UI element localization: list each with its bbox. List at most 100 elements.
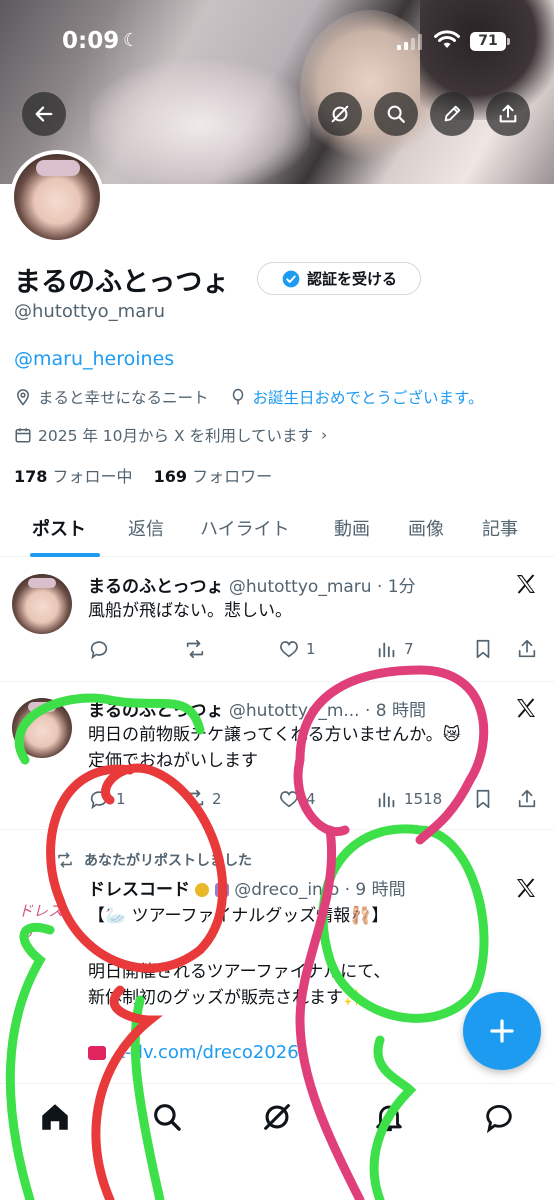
- joined-row[interactable]: 2025 年 10月から X を利用しています ›: [14, 424, 327, 446]
- share-icon: [499, 104, 517, 123]
- location-icon: [16, 389, 30, 406]
- share-icon: [518, 789, 536, 808]
- bookmark-button[interactable]: [472, 638, 500, 660]
- post-text-line: 【🦢 ツアーファイナルグッズ情報🩰】: [88, 906, 389, 926]
- heart-icon: [280, 791, 298, 808]
- search-icon: [387, 105, 405, 123]
- x-logo-icon[interactable]: [514, 696, 538, 720]
- post-text-line: 明日の前物販チケ譲ってくれる方いませんか。😿: [88, 725, 461, 745]
- post-header: まるのふとっつょ @hutottyo_maru · 1分: [88, 572, 416, 597]
- post-share-button[interactable]: [516, 638, 544, 660]
- nav-messages[interactable]: [482, 1100, 516, 1134]
- message-icon: [486, 1104, 512, 1134]
- home-icon: [42, 1104, 68, 1130]
- post-meta: @hutottyo_m... · 8 時間: [228, 701, 427, 721]
- post-share-button[interactable]: [516, 788, 544, 810]
- reply-button[interactable]: 1: [88, 788, 126, 810]
- post-text-line: 明日開催されるツアーファイナルにて、: [88, 962, 391, 982]
- views-count: 1518: [404, 790, 443, 808]
- joined-date: 2025 年 10月から X を利用しています: [38, 427, 314, 445]
- profile-meta-row: まると幸せになるニート お誕生日おめでとうございます。: [14, 386, 483, 408]
- get-verified-label: 認証を受ける: [306, 270, 397, 288]
- compose-button[interactable]: [463, 992, 541, 1070]
- following-link[interactable]: 178 フォロー中: [14, 467, 133, 486]
- edit-button[interactable]: [430, 92, 474, 136]
- nav-search[interactable]: [150, 1100, 184, 1134]
- post-item[interactable]: まるのふとっつょ @hutottyo_maru · 1分 風船が飛ばない。悲しい…: [0, 558, 554, 682]
- pencil-icon: [444, 105, 461, 122]
- bottom-nav: [0, 1083, 554, 1200]
- wifi-icon: [434, 30, 460, 48]
- followers-count: 169: [153, 467, 188, 486]
- post-link[interactable]: t-dv.com/dreco2026: [88, 1042, 299, 1063]
- post-avatar[interactable]: [12, 574, 72, 634]
- bookmark-icon: [476, 789, 490, 809]
- grok-icon: [331, 105, 349, 123]
- like-count: 4: [306, 790, 316, 808]
- post-item[interactable]: まるのふとっつょ @hutottyo_m... · 8 時間 明日の前物販チケ譲…: [0, 682, 554, 830]
- profile-location: まると幸せになるニート: [38, 389, 209, 407]
- profile-handle: @hutottyo_maru: [14, 301, 166, 322]
- x-logo-icon[interactable]: [514, 876, 538, 900]
- post-author[interactable]: まるのふとっつょ: [88, 701, 224, 721]
- share-button[interactable]: [486, 92, 530, 136]
- follow-stats: 178 フォロー中 169 フォロワー: [14, 463, 272, 487]
- tab-posts[interactable]: ポスト: [32, 515, 86, 541]
- tab-indicator: [30, 553, 100, 557]
- reply-icon: [90, 791, 108, 810]
- reply-icon: [90, 641, 108, 660]
- post-author[interactable]: ドレスコード: [88, 880, 190, 900]
- nav-grok[interactable]: [260, 1100, 294, 1134]
- views-button[interactable]: 1518: [376, 788, 442, 810]
- post-avatar[interactable]: [12, 698, 72, 758]
- dresscode-avatar[interactable]: ドレスお: [18, 900, 74, 941]
- balloon-icon: [232, 388, 243, 405]
- reply-count: 1: [116, 790, 126, 808]
- following-label: フォロー中: [52, 467, 133, 486]
- repost-button[interactable]: 2: [184, 788, 222, 810]
- tab-highlights[interactable]: ハイライト: [200, 515, 290, 541]
- status-time: 0:09: [62, 28, 120, 54]
- post-actions: 1 7: [88, 638, 538, 664]
- tab-videos[interactable]: 動画: [334, 515, 370, 541]
- tab-articles[interactable]: 記事: [482, 515, 518, 541]
- signal-icon: [397, 34, 422, 50]
- search-button[interactable]: [374, 92, 418, 136]
- affiliate-badge-icon: [214, 883, 229, 897]
- tab-images[interactable]: 画像: [408, 515, 444, 541]
- moon-icon: ☾: [123, 30, 140, 51]
- post-meta: @hutottyo_maru · 1分: [228, 577, 416, 597]
- like-button[interactable]: 4: [278, 788, 316, 810]
- search-icon: [154, 1104, 181, 1131]
- post-header: まるのふとっつょ @hutottyo_m... · 8 時間: [88, 696, 426, 721]
- post-author[interactable]: まるのふとっつょ: [88, 577, 224, 597]
- profile-birthday-link[interactable]: お誕生日おめでとうございます。: [253, 386, 484, 408]
- bookmark-button[interactable]: [472, 788, 500, 810]
- repost-count: 2: [212, 790, 222, 808]
- post-header: ドレスコード @dreco_info · 9 時間: [88, 875, 406, 900]
- post-actions: 1 2 4 1518: [88, 788, 538, 814]
- nav-notifications[interactable]: [372, 1100, 406, 1134]
- verified-badge-icon: [282, 270, 300, 287]
- like-count: 1: [306, 640, 316, 658]
- post-link-text: t-dv.com/dreco2026: [118, 1042, 299, 1063]
- get-verified-button[interactable]: 認証を受ける: [257, 262, 421, 295]
- profile-avatar[interactable]: [10, 150, 104, 244]
- profile-name: まるのふとっつょ: [14, 267, 230, 298]
- tab-replies[interactable]: 返信: [128, 515, 164, 541]
- repost-label: あなたがリポストしました: [84, 853, 252, 869]
- reply-button[interactable]: [88, 638, 116, 660]
- grok-button[interactable]: [318, 92, 362, 136]
- back-button[interactable]: [22, 92, 66, 136]
- like-button[interactable]: 1: [278, 638, 316, 660]
- x-logo-icon[interactable]: [514, 572, 538, 596]
- views-button[interactable]: 7: [376, 638, 414, 660]
- followers-label: フォロワー: [192, 467, 273, 486]
- status-bar: 0:09 ☾ 71: [0, 0, 554, 80]
- nav-home[interactable]: [38, 1100, 72, 1134]
- bookmark-icon: [476, 639, 490, 659]
- followers-link[interactable]: 169 フォロワー: [154, 467, 273, 486]
- bio-link[interactable]: @maru_heroines: [14, 348, 174, 370]
- repost-button[interactable]: [184, 638, 212, 660]
- grok-icon: [264, 1104, 290, 1130]
